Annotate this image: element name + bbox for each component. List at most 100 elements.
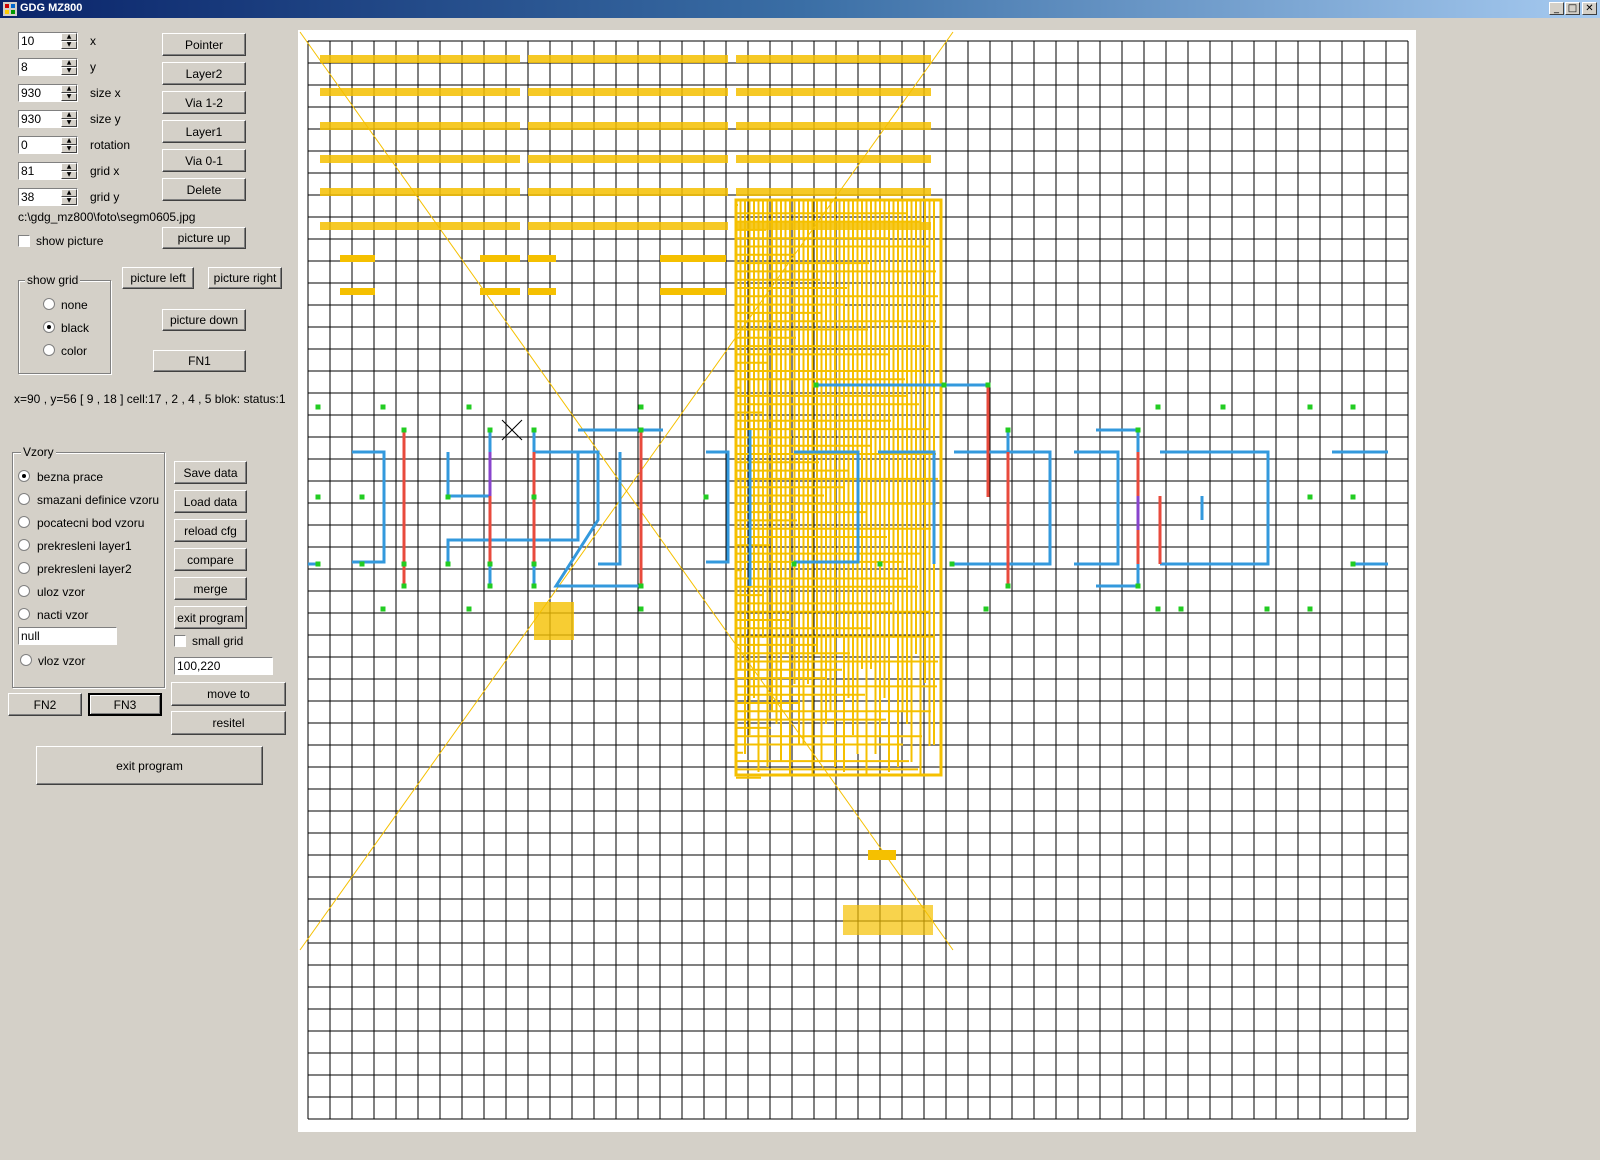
maximize-button[interactable]: □: [1565, 2, 1580, 15]
spin-down-icon[interactable]: ▼: [61, 197, 77, 205]
picture-blob: [868, 850, 896, 860]
param-value[interactable]: [21, 86, 59, 100]
spin-up-icon[interactable]: ▲: [61, 163, 77, 171]
action-button[interactable]: compare: [174, 548, 247, 571]
spin-down-icon[interactable]: ▼: [61, 171, 77, 179]
tool-button[interactable]: Pointer: [162, 33, 246, 56]
move-to-button[interactable]: move to: [171, 682, 286, 706]
param-value[interactable]: [21, 164, 59, 178]
vzory-option-radio[interactable]: [18, 585, 30, 597]
spin-down-icon[interactable]: ▼: [61, 119, 77, 127]
pattern-name-field[interactable]: [19, 628, 116, 644]
grid-none-radio[interactable]: [43, 298, 55, 310]
picture-strip: [320, 222, 520, 230]
pcb-canvas[interactable]: [298, 30, 1416, 1132]
action-button[interactable]: Save data: [174, 461, 247, 484]
layer1-trace: [352, 450, 386, 564]
fn3-button[interactable]: FN3: [88, 693, 162, 716]
spin-up-icon[interactable]: ▲: [61, 33, 77, 41]
grid-color-radio[interactable]: [43, 344, 55, 356]
picture-up-button[interactable]: picture up: [162, 227, 246, 249]
spin-up-icon[interactable]: ▲: [61, 137, 77, 145]
exit-program-big-button[interactable]: exit program: [36, 746, 263, 785]
tool-button[interactable]: Layer1: [162, 120, 246, 143]
spin-down-icon[interactable]: ▼: [61, 93, 77, 101]
tool-button[interactable]: Layer2: [162, 62, 246, 85]
vzory-option-label: prekresleni layer2: [37, 562, 132, 576]
param-spinner[interactable]: ▲▼: [18, 84, 78, 102]
picture-strip: [660, 255, 726, 262]
param-value[interactable]: [21, 34, 59, 48]
vzory-option-radio[interactable]: [18, 470, 30, 482]
picture-right-button[interactable]: picture right: [208, 267, 282, 289]
pcb-board-svg[interactable]: [298, 30, 1416, 1132]
param-spinner[interactable]: ▲▼: [18, 58, 78, 76]
picture-strip: [736, 122, 931, 130]
vloz-vzor-radio[interactable]: [20, 654, 32, 666]
picture-left-button[interactable]: picture left: [122, 267, 194, 289]
close-button[interactable]: ✕: [1582, 2, 1597, 15]
spin-down-icon[interactable]: ▼: [61, 145, 77, 153]
param-value[interactable]: [21, 60, 59, 74]
via-point: [315, 494, 321, 500]
picture-strip: [528, 255, 556, 262]
minimize-button[interactable]: _: [1549, 2, 1564, 15]
fn1-button[interactable]: FN1: [153, 350, 246, 372]
picture-strip: [320, 55, 520, 63]
status-readout: x=90 , y=56 [ 9 , 18 ] cell:17 , 2 , 4 ,…: [14, 392, 286, 406]
action-button[interactable]: reload cfg: [174, 519, 247, 542]
pattern-name-input[interactable]: [18, 627, 117, 645]
param-spinner[interactable]: ▲▼: [18, 110, 78, 128]
picture-strip: [320, 155, 520, 163]
spin-up-icon[interactable]: ▲: [61, 189, 77, 197]
picture-blob: [534, 602, 574, 640]
via-point: [380, 606, 386, 612]
vzory-option-radio[interactable]: [18, 493, 30, 505]
action-button[interactable]: merge: [174, 577, 247, 600]
layer1-trace: [553, 450, 641, 588]
via-point: [531, 561, 537, 567]
spin-down-icon[interactable]: ▼: [61, 41, 77, 49]
spin-up-icon[interactable]: ▲: [61, 59, 77, 67]
param-value[interactable]: [21, 190, 59, 204]
picture-strip: [320, 88, 520, 96]
param-label: size x: [90, 86, 121, 100]
via-point: [315, 404, 321, 410]
grid-black-radio[interactable]: [43, 321, 55, 333]
coords-field[interactable]: [175, 658, 272, 674]
via-point: [531, 583, 537, 589]
spin-down-icon[interactable]: ▼: [61, 67, 77, 75]
spin-up-icon[interactable]: ▲: [61, 111, 77, 119]
vloz-vzor-label: vloz vzor: [38, 654, 86, 668]
spin-up-icon[interactable]: ▲: [61, 85, 77, 93]
param-value[interactable]: [21, 112, 59, 126]
resitel-button[interactable]: resitel: [171, 711, 286, 735]
vzory-option-radio[interactable]: [18, 608, 30, 620]
vzory-option-radio[interactable]: [18, 539, 30, 551]
vzory-option-radio[interactable]: [18, 562, 30, 574]
small-grid-checkbox[interactable]: [174, 635, 186, 647]
via-point: [401, 427, 407, 433]
app-icon: [3, 2, 17, 16]
param-value[interactable]: [21, 138, 59, 152]
param-spinner[interactable]: ▲▼: [18, 136, 78, 154]
tool-button[interactable]: Via 0-1: [162, 149, 246, 172]
param-spinner[interactable]: ▲▼: [18, 32, 78, 50]
vzory-option-radio[interactable]: [18, 516, 30, 528]
via-point: [401, 561, 407, 567]
tool-button[interactable]: Delete: [162, 178, 246, 201]
param-spinner[interactable]: ▲▼: [18, 162, 78, 180]
picture-down-button[interactable]: picture down: [162, 309, 246, 331]
via-point: [949, 561, 955, 567]
show-picture-checkbox[interactable]: [18, 235, 30, 247]
tool-button[interactable]: Via 1-2: [162, 91, 246, 114]
param-label: grid y: [90, 190, 120, 204]
action-button[interactable]: Load data: [174, 490, 247, 513]
action-button[interactable]: exit program: [174, 606, 247, 629]
picture-strip: [660, 288, 726, 295]
param-spinner[interactable]: ▲▼: [18, 188, 78, 206]
fn2-button[interactable]: FN2: [8, 693, 82, 716]
via-point: [466, 606, 472, 612]
via-point: [1135, 427, 1141, 433]
coords-input[interactable]: [174, 657, 273, 675]
